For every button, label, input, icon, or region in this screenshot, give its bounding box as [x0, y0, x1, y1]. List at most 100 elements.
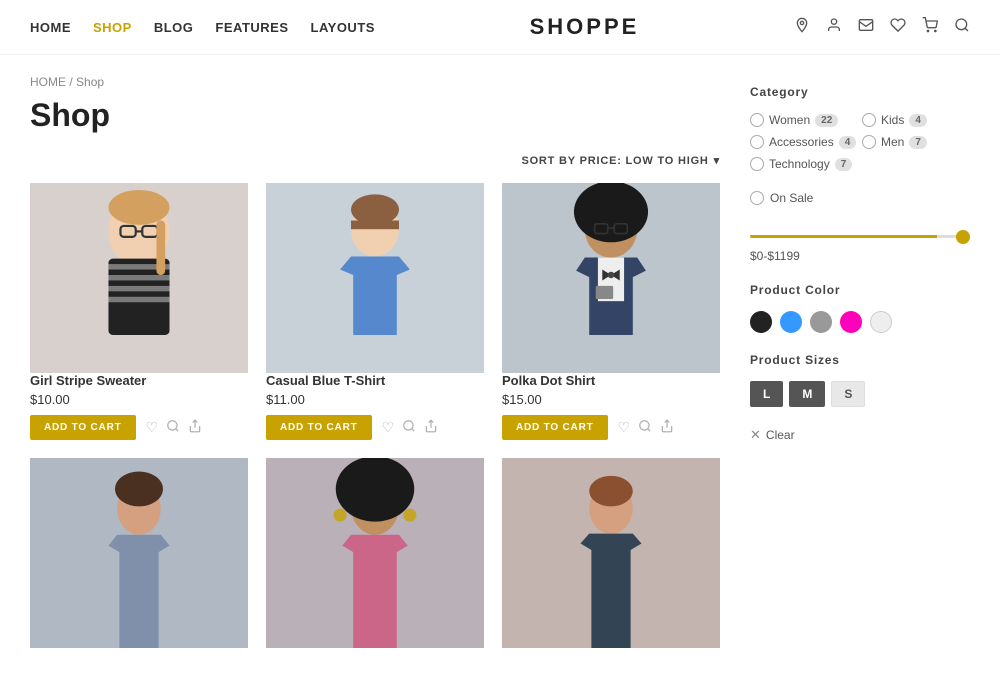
product-card: Polka Dot Shirt $15.00 ADD TO CART ♡ [502, 183, 720, 440]
on-sale-label: On Sale [770, 191, 813, 205]
product-image [502, 458, 720, 648]
color-swatch-blue[interactable] [780, 311, 802, 333]
breadcrumb-separator: / [69, 75, 76, 89]
price-slider-container [750, 225, 970, 241]
product-card [502, 458, 720, 648]
category-accessories-count: 4 [839, 136, 857, 149]
category-accessories-label: Accessories [769, 135, 834, 149]
nav-home[interactable]: HOME [30, 20, 71, 35]
sizes-title: Product Sizes [750, 353, 970, 367]
color-swatch-white[interactable] [870, 311, 892, 333]
category-technology-checkbox[interactable] [750, 157, 764, 171]
product-image [266, 183, 484, 373]
category-item: Women 22 [750, 113, 858, 127]
wishlist-action-icon[interactable]: ♡ [382, 419, 395, 436]
category-women-label: Women [769, 113, 810, 127]
product-image [30, 183, 248, 373]
zoom-icon[interactable] [638, 419, 652, 436]
navbar: HOME SHOP BLOG FEATURES LAYOUTS SHOPPE [0, 0, 1000, 55]
main-container: HOME / Shop Shop SORT BY PRICE: LOW TO H… [0, 55, 1000, 688]
category-men-checkbox[interactable] [862, 135, 876, 149]
product-image [502, 183, 720, 373]
color-swatches [750, 311, 970, 333]
email-icon[interactable] [858, 17, 874, 38]
share-icon[interactable] [424, 419, 438, 436]
color-swatch-gray[interactable] [810, 311, 832, 333]
product-grid: Girl Stripe Sweater $10.00 ADD TO CART ♡ [30, 183, 720, 648]
clear-row[interactable]: ✕ Clear [750, 427, 970, 443]
nav-features[interactable]: FEATURES [215, 20, 288, 35]
breadcrumb-current: Shop [76, 75, 104, 89]
location-icon[interactable] [794, 17, 810, 38]
category-women-count: 22 [815, 114, 838, 127]
size-L-button[interactable]: L [750, 381, 783, 407]
product-price: $11.00 [266, 392, 484, 407]
nav-links: HOME SHOP BLOG FEATURES LAYOUTS [30, 20, 375, 35]
category-kids-checkbox[interactable] [862, 113, 876, 127]
product-image [30, 458, 248, 648]
category-kids-label: Kids [881, 113, 904, 127]
product-card: Girl Stripe Sweater $10.00 ADD TO CART ♡ [30, 183, 248, 440]
breadcrumb: HOME / Shop [30, 75, 720, 89]
share-icon[interactable] [188, 419, 202, 436]
color-section: Product Color [750, 283, 970, 333]
size-S-button[interactable]: S [831, 381, 865, 407]
category-accessories-checkbox[interactable] [750, 135, 764, 149]
price-section: $0-$1199 [750, 225, 970, 263]
product-name: Casual Blue T-Shirt [266, 373, 484, 388]
share-icon[interactable] [660, 419, 674, 436]
on-sale-row: On Sale [750, 191, 970, 205]
wishlist-action-icon[interactable]: ♡ [146, 419, 159, 436]
product-actions: ADD TO CART ♡ [30, 415, 248, 440]
product-name: Girl Stripe Sweater [30, 373, 248, 388]
add-to-cart-button[interactable]: ADD TO CART [266, 415, 372, 440]
page-title: Shop [30, 97, 720, 134]
search-icon[interactable] [954, 17, 970, 38]
action-icons: ♡ [618, 419, 675, 436]
breadcrumb-home[interactable]: HOME [30, 75, 66, 89]
site-logo[interactable]: SHOPPE [530, 14, 640, 40]
color-swatch-black[interactable] [750, 311, 772, 333]
price-range-label: $0-$1199 [750, 249, 970, 263]
action-icons: ♡ [146, 419, 203, 436]
sort-dropdown[interactable]: SORT BY PRICE: LOW TO HIGH ▾ [521, 154, 720, 167]
clear-icon: ✕ [750, 427, 761, 443]
size-buttons: L M S [750, 381, 970, 407]
add-to-cart-button[interactable]: ADD TO CART [502, 415, 608, 440]
add-to-cart-button[interactable]: ADD TO CART [30, 415, 136, 440]
category-kids-count: 4 [909, 114, 927, 127]
size-M-button[interactable]: M [789, 381, 825, 407]
color-title: Product Color [750, 283, 970, 297]
category-item: Accessories 4 [750, 135, 858, 149]
on-sale-checkbox[interactable] [750, 191, 764, 205]
product-card [30, 458, 248, 648]
category-technology-label: Technology [769, 157, 830, 171]
color-swatch-pink[interactable] [840, 311, 862, 333]
product-price: $15.00 [502, 392, 720, 407]
cart-icon[interactable] [922, 17, 938, 38]
category-item: Men 7 [862, 135, 970, 149]
product-card [266, 458, 484, 648]
nav-blog[interactable]: BLOG [154, 20, 194, 35]
sidebar: Category Women 22 Kids 4 Accessories 4 [750, 75, 970, 648]
zoom-icon[interactable] [402, 419, 416, 436]
category-item: Technology 7 [750, 157, 858, 171]
category-item: Kids 4 [862, 113, 970, 127]
category-grid: Women 22 Kids 4 Accessories 4 Men 7 [750, 113, 970, 171]
nav-icon-group [794, 17, 970, 38]
action-icons: ♡ [382, 419, 439, 436]
size-section: Product Sizes L M S [750, 353, 970, 407]
price-range-slider[interactable] [750, 235, 970, 238]
wishlist-icon[interactable] [890, 17, 906, 38]
category-title: Category [750, 85, 970, 99]
category-women-checkbox[interactable] [750, 113, 764, 127]
nav-shop[interactable]: SHOP [93, 20, 132, 35]
sort-bar: SORT BY PRICE: LOW TO HIGH ▾ [30, 154, 720, 167]
zoom-icon[interactable] [166, 419, 180, 436]
user-icon[interactable] [826, 17, 842, 38]
chevron-down-icon: ▾ [714, 154, 720, 167]
wishlist-action-icon[interactable]: ♡ [618, 419, 631, 436]
nav-layouts[interactable]: LAYOUTS [311, 20, 375, 35]
product-price: $10.00 [30, 392, 248, 407]
product-actions: ADD TO CART ♡ [266, 415, 484, 440]
